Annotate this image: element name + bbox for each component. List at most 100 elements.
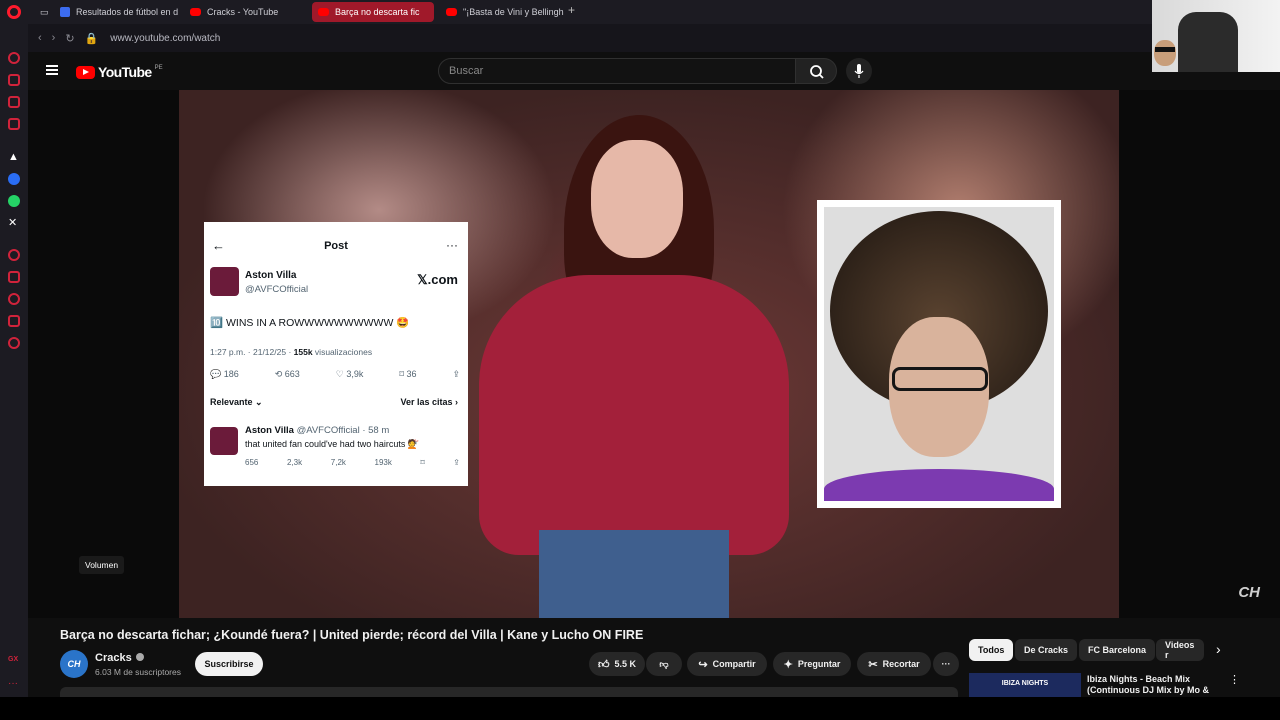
quotes-link: Ver las citas › <box>400 397 458 407</box>
settings-icon[interactable] <box>8 337 20 349</box>
volume-tooltip: Volumen <box>79 556 125 574</box>
clock-icon[interactable] <box>8 293 20 305</box>
x-logo: 𝕏.com <box>417 272 458 287</box>
back-icon[interactable]: ‹ <box>38 32 42 44</box>
opera-logo-icon[interactable] <box>7 5 21 19</box>
share-icon: ⇪ <box>452 369 460 379</box>
tweet-text: 🔟 WINS IN A ROWWWWWWWWWW 🤩 <box>210 317 410 329</box>
description-box[interactable] <box>60 687 958 697</box>
like-count: 5.5 K <box>614 659 636 669</box>
tab-barca[interactable]: Barça no descarta fic <box>312 2 434 22</box>
more-icon[interactable]: ··· <box>8 678 20 690</box>
lock-icon: 🔒 <box>84 32 99 45</box>
search-icon <box>810 65 824 79</box>
browser-sidebar: ▲ ✕ GX ··· <box>0 0 28 720</box>
video-title: Barça no descarta fichar; ¿Koundé fuera?… <box>60 628 644 642</box>
repost-count: ⟲ 663 <box>275 369 300 380</box>
youtube-icon <box>190 8 201 16</box>
player-icon[interactable] <box>8 96 20 108</box>
history-icon[interactable] <box>8 52 20 64</box>
tab-label: Barça no descarta fic <box>335 7 420 17</box>
whatsapp-icon[interactable] <box>8 195 20 207</box>
streamer-head <box>1154 40 1176 66</box>
ask-button[interactable]: ✦ Preguntar <box>773 652 851 676</box>
kebab-menu-icon[interactable]: ⋮ <box>1229 673 1240 686</box>
presenter-face <box>591 140 683 258</box>
subscriber-count: 6.03 M de suscriptores <box>95 667 181 677</box>
share-button[interactable]: ↪ Compartir <box>687 652 767 676</box>
clip-label: Recortar <box>882 659 920 669</box>
tab-manager-icon[interactable]: ▭ <box>34 2 56 22</box>
recommended-title[interactable]: Ibiza Nights - Beach Mix (Continuous DJ … <box>1087 674 1217 696</box>
messenger-icon[interactable] <box>8 173 20 185</box>
thumbs-down-icon: 👎︎ <box>659 658 669 669</box>
extensions-icon[interactable] <box>8 315 20 327</box>
tab-vini[interactable]: "¡Basta de Vini y Bellingha <box>440 2 564 22</box>
reply-author-name: Aston Villa <box>245 425 294 436</box>
bookmark-icon: ⌑ <box>420 458 425 467</box>
verified-icon <box>135 653 144 661</box>
reply-handle: @AVFCOfficial · 58 m <box>296 425 390 436</box>
forward-icon[interactable]: › <box>52 32 56 44</box>
aston-villa-avatar <box>210 267 239 296</box>
tab-bar: ▭ Resultados de fútbol en d Cracks - You… <box>28 0 1280 24</box>
reply-text: that united fan could've had two haircut… <box>245 439 420 449</box>
chip-all[interactable]: Todos <box>969 639 1014 661</box>
channel-name-text: Cracks <box>95 652 132 664</box>
tab-label: Cracks - YouTube <box>207 7 279 17</box>
more-actions-button[interactable]: ··· <box>933 652 959 676</box>
aria-icon[interactable]: ▲ <box>8 151 20 163</box>
pinboard-icon[interactable] <box>8 118 20 130</box>
recommended-thumbnail[interactable]: IBIZA NIGHTS <box>969 673 1081 697</box>
scissors-icon: ✂ <box>868 658 878 671</box>
share-arrow-icon: ↪ <box>698 658 708 671</box>
search-button[interactable] <box>795 58 837 84</box>
reply-count: 💬 186 <box>210 369 239 380</box>
more-icon: ··· <box>941 659 951 669</box>
tweet-stats: 💬 186 ⟲ 663 ♡ 3,9k ⌑ 36 ⇪ <box>210 369 460 380</box>
tweet-views: 155k <box>293 347 313 357</box>
music-icon[interactable] <box>8 249 20 261</box>
clip-button[interactable]: ✂ Recortar <box>857 652 931 676</box>
channel-name[interactable]: Cracks <box>95 652 144 664</box>
chip-fc-barcelona[interactable]: FC Barcelona <box>1079 639 1156 661</box>
tweet-views-label: visualizaciones <box>312 347 373 357</box>
voice-search-button[interactable] <box>846 58 872 84</box>
reload-icon[interactable]: ↻ <box>65 32 74 45</box>
reply-author: Aston Villa @AVFCOfficial · 58 m <box>245 425 389 436</box>
like-button[interactable]: 👍︎ 5.5 K <box>589 652 645 676</box>
channel-avatar[interactable]: CH <box>60 650 88 678</box>
url-field[interactable]: www.youtube.com/watch <box>110 33 220 44</box>
heart-icon: ♡ <box>335 369 347 379</box>
tab-cracks[interactable]: Cracks - YouTube <box>184 2 308 22</box>
channel-watermark[interactable]: CH <box>1238 584 1260 601</box>
youtube-logo[interactable]: YouTube PE <box>76 64 163 80</box>
reply-views: 193k <box>374 458 392 467</box>
dislike-button[interactable]: 👎︎ <box>646 652 682 676</box>
bag-icon[interactable] <box>8 74 20 86</box>
menu-icon[interactable] <box>46 65 58 75</box>
chevron-right-icon[interactable]: › <box>1216 641 1221 657</box>
repost-icon: ⟲ <box>274 369 285 379</box>
video-player[interactable]: ← Post ··· Aston Villa @AVFCOfficial 𝕏.c… <box>28 90 1280 618</box>
more-options-icon: ··· <box>446 238 458 252</box>
tab-results[interactable]: Resultados de fútbol en d <box>54 2 178 22</box>
gamepad-icon[interactable] <box>8 271 20 283</box>
subscribe-button[interactable]: Suscribirse <box>195 652 263 676</box>
search-input[interactable]: Buscar <box>438 58 796 84</box>
webcam-overlay <box>1152 0 1280 72</box>
bookmark-value: 36 <box>406 369 417 379</box>
microphone-icon <box>854 64 864 78</box>
youtube-wordmark: YouTube <box>98 64 152 80</box>
purple-shirt <box>824 469 1054 501</box>
ask-label: Preguntar <box>797 659 841 669</box>
chip-from-cracks[interactable]: De Cracks <box>1015 639 1078 661</box>
address-bar: ‹ › ↻ 🔒 www.youtube.com/watch <box>28 24 1280 52</box>
gx-icon[interactable]: GX <box>8 656 20 668</box>
like-value: 3,9k <box>346 369 364 379</box>
x-icon[interactable]: ✕ <box>8 216 20 229</box>
video-frame[interactable]: ← Post ··· Aston Villa @AVFCOfficial 𝕏.c… <box>179 90 1119 618</box>
chip-videos[interactable]: Videos r <box>1156 639 1204 661</box>
reply-likes: 7,2k <box>330 458 346 467</box>
new-tab-button[interactable]: + <box>568 3 575 17</box>
